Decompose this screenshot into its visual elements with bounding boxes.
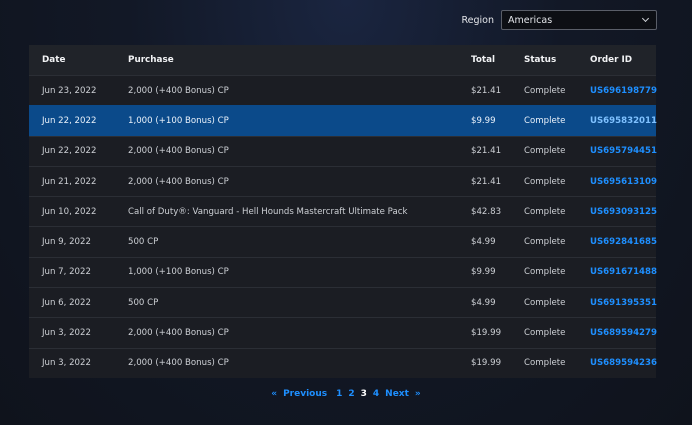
order-id-link[interactable]: US695832011	[590, 116, 657, 126]
cell-purchase: 2,000 (+400 Bonus) CP	[128, 85, 229, 96]
table-row-selected: Jun 22, 2022 1,000 (+100 Bonus) CP $9.99…	[29, 105, 657, 136]
table-header-row: Date Purchase Total Status Order ID	[29, 45, 656, 75]
cell-total: $9.99	[471, 115, 496, 126]
cell-purchase: 500 CP	[128, 237, 159, 248]
column-header-status: Status	[524, 55, 557, 65]
previous-page-link[interactable]: Previous	[283, 389, 327, 399]
column-header-date: Date	[42, 55, 66, 65]
cell-date: Jun 3, 2022	[42, 358, 91, 369]
table-row: Jun 9, 2022 500 CP $4.99 Complete US6928…	[29, 226, 657, 257]
cell-date: Jun 3, 2022	[42, 328, 91, 339]
page-link-2[interactable]: 2	[348, 389, 354, 399]
chevron-down-icon	[641, 14, 650, 23]
cell-date: Jun 6, 2022	[42, 297, 91, 308]
cell-purchase: 1,000 (+100 Bonus) CP	[128, 115, 229, 126]
table-row: Jun 6, 2022 500 CP $4.99 Complete US6913…	[29, 287, 657, 318]
cell-total: $9.99	[471, 267, 496, 278]
column-header-purchase: Purchase	[128, 55, 174, 65]
cell-total: $21.41	[471, 176, 502, 187]
cell-total: $21.41	[471, 146, 502, 157]
cell-date: Jun 7, 2022	[42, 267, 91, 278]
order-id-link[interactable]: US689594279	[590, 328, 657, 338]
table-row: Jun 3, 2022 2,000 (+400 Bonus) CP $19.99…	[29, 347, 657, 378]
cell-status: Complete	[524, 146, 566, 157]
next-page-link[interactable]: Next	[385, 389, 409, 399]
order-id-link[interactable]: US691395351	[590, 298, 657, 308]
table-row: Jun 21, 2022 2,000 (+400 Bonus) CP $21.4…	[29, 165, 657, 197]
order-id-link[interactable]: US695613109	[590, 177, 657, 187]
cell-date: Jun 22, 2022	[42, 115, 97, 126]
order-id-link[interactable]: US689594236	[590, 358, 657, 368]
cell-status: Complete	[524, 297, 566, 308]
region-label: Region	[461, 14, 494, 26]
order-id-link[interactable]: US696198779	[590, 86, 657, 96]
order-id-link[interactable]: US691671488	[590, 267, 657, 277]
cell-date: Jun 22, 2022	[42, 146, 97, 157]
column-header-total: Total	[471, 55, 496, 65]
region-selected-value: Americas	[508, 14, 553, 26]
cell-purchase: 500 CP	[128, 297, 159, 308]
cell-status: Complete	[524, 328, 566, 339]
order-id-link[interactable]: US695794451	[590, 146, 657, 156]
cell-purchase: 2,000 (+400 Bonus) CP	[128, 358, 229, 369]
cell-date: Jun 23, 2022	[42, 85, 97, 96]
cell-status: Complete	[524, 115, 566, 126]
cell-total: $19.99	[471, 358, 502, 369]
pagination: « Previous 1 2 3 4 Next »	[0, 389, 692, 399]
cell-total: $4.99	[471, 297, 496, 308]
table-row: Jun 3, 2022 2,000 (+400 Bonus) CP $19.99…	[29, 317, 657, 348]
cell-purchase: Call of Duty®: Vanguard - Hell Hounds Ma…	[128, 206, 408, 217]
cell-status: Complete	[524, 176, 566, 187]
cell-purchase: 2,000 (+400 Bonus) CP	[128, 176, 229, 187]
table-row: Jun 10, 2022 Call of Duty®: Vanguard - H…	[29, 196, 657, 227]
cell-total: $42.83	[471, 206, 502, 217]
cell-status: Complete	[524, 267, 566, 278]
cell-total: $19.99	[471, 328, 502, 339]
page-link-1[interactable]: 1	[336, 389, 342, 399]
cell-date: Jun 21, 2022	[42, 176, 97, 187]
last-page-link[interactable]: »	[415, 389, 421, 399]
cell-date: Jun 9, 2022	[42, 237, 91, 248]
cell-status: Complete	[524, 237, 566, 248]
table-row: Jun 7, 2022 1,000 (+100 Bonus) CP $9.99 …	[29, 256, 657, 288]
table-row: Jun 23, 2022 2,000 (+400 Bonus) CP $21.4…	[29, 75, 657, 106]
order-id-link[interactable]: US692841685	[590, 237, 657, 247]
table-row: Jun 22, 2022 2,000 (+400 Bonus) CP $21.4…	[29, 135, 657, 166]
cell-status: Complete	[524, 85, 566, 96]
purchase-history-table: Date Purchase Total Status Order ID Jun …	[29, 45, 657, 378]
cell-purchase: 1,000 (+100 Bonus) CP	[128, 267, 229, 278]
first-page-link[interactable]: «	[271, 389, 277, 399]
cell-purchase: 2,000 (+400 Bonus) CP	[128, 328, 229, 339]
cell-total: $21.41	[471, 85, 502, 96]
cell-status: Complete	[524, 206, 566, 217]
region-filter: Region Americas	[461, 10, 657, 30]
cell-purchase: 2,000 (+400 Bonus) CP	[128, 146, 229, 157]
order-id-link[interactable]: US693093125	[590, 207, 657, 217]
page-current-3: 3	[360, 389, 367, 399]
column-header-order-id: Order ID	[590, 55, 633, 65]
page-link-4[interactable]: 4	[373, 389, 379, 399]
cell-date: Jun 10, 2022	[42, 206, 97, 217]
region-select[interactable]: Americas	[501, 10, 657, 30]
cell-total: $4.99	[471, 237, 496, 248]
cell-status: Complete	[524, 358, 566, 369]
